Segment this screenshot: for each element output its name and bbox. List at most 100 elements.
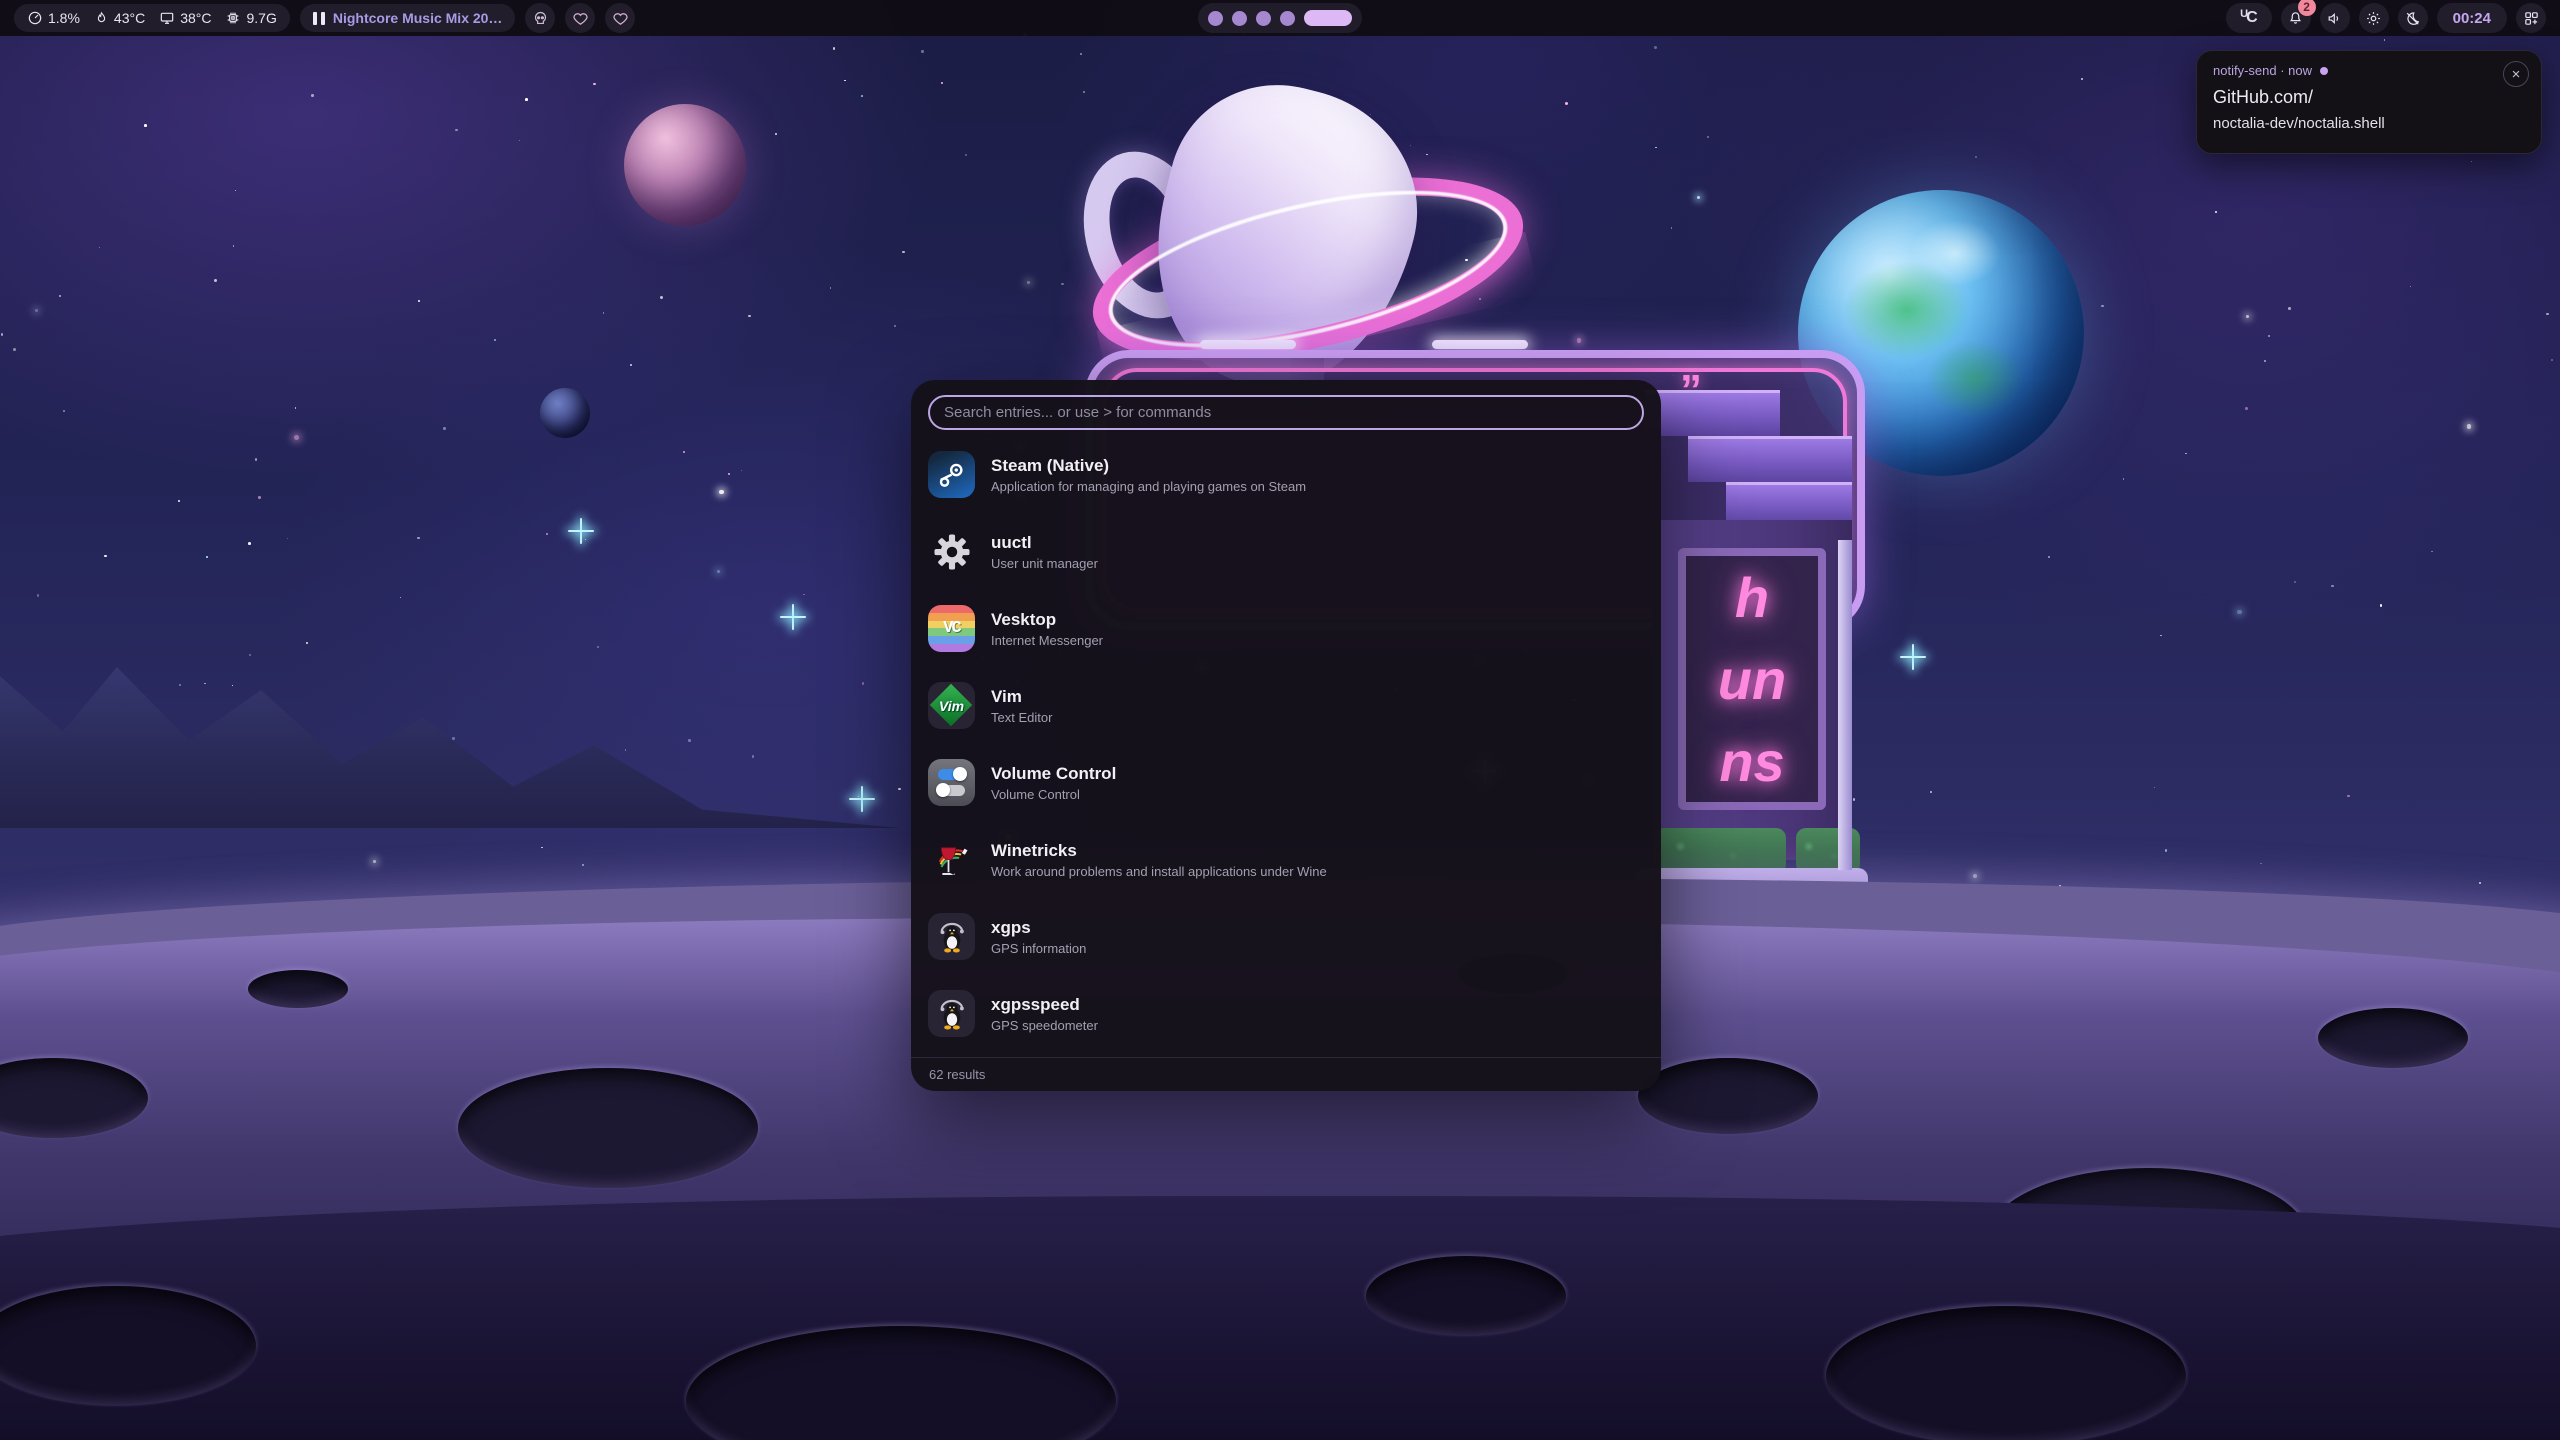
star [593, 83, 595, 85]
star [1061, 283, 1064, 286]
heart-icon [612, 10, 629, 27]
list-item-xgps[interactable]: xgps GPS information [928, 905, 1644, 968]
list-item-winetricks[interactable]: Winetricks Work around problems and inst… [928, 828, 1644, 891]
star [418, 300, 420, 302]
list-item-uuctl[interactable]: uuctl User unit manager [928, 520, 1644, 583]
star [13, 348, 16, 351]
gauge-icon [27, 10, 43, 26]
workspace-dot[interactable] [1208, 11, 1223, 26]
skull-button[interactable] [525, 3, 555, 33]
star [2551, 359, 2553, 361]
star [452, 737, 455, 740]
list-item-steam[interactable]: Steam (Native) Application for managing … [928, 443, 1644, 506]
star [585, 539, 587, 541]
star [2048, 556, 2050, 558]
workspace-indicator [1198, 3, 1362, 33]
item-title: Vesktop [991, 610, 1103, 630]
star [1426, 154, 1428, 156]
brightness-button[interactable] [2359, 3, 2389, 33]
moon-slash-icon [2404, 10, 2421, 27]
widgets-button[interactable] [2516, 3, 2546, 33]
bar-right-section: U C 2 00:24 [2226, 3, 2546, 33]
star [582, 864, 584, 866]
star [59, 295, 61, 297]
item-subtitle: Volume Control [991, 787, 1116, 802]
star [443, 427, 446, 430]
star [179, 684, 181, 686]
star [2246, 315, 2249, 318]
workspace-dot[interactable] [1256, 11, 1271, 26]
workspace-dot[interactable] [1280, 11, 1295, 26]
volume-button[interactable] [2320, 3, 2350, 33]
star [752, 755, 755, 758]
crater [686, 1326, 1116, 1440]
flame-icon [94, 11, 109, 26]
workspace-dot-active[interactable] [1304, 10, 1352, 26]
mauve-planet [624, 104, 746, 226]
star [1083, 91, 1084, 92]
star [898, 788, 900, 790]
results-list: Steam (Native) Application for managing … [911, 443, 1661, 1057]
vim-icon: Vim [928, 682, 975, 729]
media-player-widget[interactable]: Nightcore Music Mix 20… [300, 4, 516, 32]
heart-button-2[interactable] [605, 3, 635, 33]
system-stats-widget[interactable]: 1.8% 43°C 38°C 9.7G [14, 4, 290, 32]
star [2268, 335, 2270, 337]
pause-icon[interactable] [313, 12, 325, 25]
star [400, 597, 401, 598]
star [233, 245, 235, 247]
crater [1366, 1256, 1566, 1336]
workspace-dot[interactable] [1232, 11, 1247, 26]
star [2331, 585, 2334, 588]
star [1671, 227, 1672, 228]
star [206, 556, 208, 558]
heart-button-1[interactable] [565, 3, 595, 33]
notification-source: notify-send · now [2213, 63, 2312, 78]
notification-popup[interactable]: notify-send · now × GitHub.com/ noctalia… [2196, 50, 2542, 154]
star [741, 470, 742, 471]
star [2471, 161, 2472, 162]
star [1697, 196, 1701, 200]
sign-light [1200, 340, 1296, 349]
close-icon: × [2512, 66, 2521, 83]
results-count: 62 results [911, 1057, 1661, 1091]
star [2215, 211, 2217, 213]
item-subtitle: GPS information [991, 941, 1086, 956]
list-item-vesktop[interactable]: VC Vesktop Internet Messenger [928, 597, 1644, 660]
workspace-pill[interactable] [1198, 3, 1362, 33]
notifications-button[interactable]: 2 [2281, 3, 2311, 33]
star [494, 339, 496, 341]
star [2288, 307, 2291, 310]
media-title: Nightcore Music Mix 20… [333, 10, 503, 26]
star [2154, 787, 2156, 789]
star [2384, 39, 2385, 40]
star [519, 140, 520, 141]
sparkle-icon [786, 610, 800, 624]
keyboard-layout-indicator[interactable]: U C [2226, 3, 2272, 33]
clock-widget[interactable]: 00:24 [2437, 3, 2507, 33]
night-mode-button[interactable] [2398, 3, 2428, 33]
speaker-icon [2326, 10, 2343, 27]
star [295, 407, 296, 408]
star [2101, 305, 2103, 307]
star [1973, 874, 1977, 878]
star [235, 190, 236, 191]
notification-close-button[interactable]: × [2503, 61, 2529, 87]
item-title: Vim [991, 687, 1052, 707]
gpu-temp-stat: 38°C [159, 10, 211, 26]
notification-count-badge: 2 [2298, 0, 2316, 16]
list-item-xgpsspeed[interactable]: xgpsspeed GPS speedometer [928, 982, 1644, 1045]
penguin-icon [928, 913, 975, 960]
star [63, 410, 65, 412]
star [861, 95, 863, 97]
moon-ground-foreground [0, 1196, 2560, 1440]
list-item-vim[interactable]: Vim Vim Text Editor [928, 674, 1644, 737]
top-bar: 1.8% 43°C 38°C 9.7G Nightcore Music Mix … [0, 0, 2560, 36]
list-item-volume-control[interactable]: Volume Control Volume Control [928, 751, 1644, 814]
star [1370, 114, 1372, 116]
search-input[interactable] [928, 395, 1644, 430]
star [2165, 849, 2167, 851]
star [597, 646, 599, 648]
star [35, 309, 39, 313]
sign-light [1432, 340, 1528, 349]
